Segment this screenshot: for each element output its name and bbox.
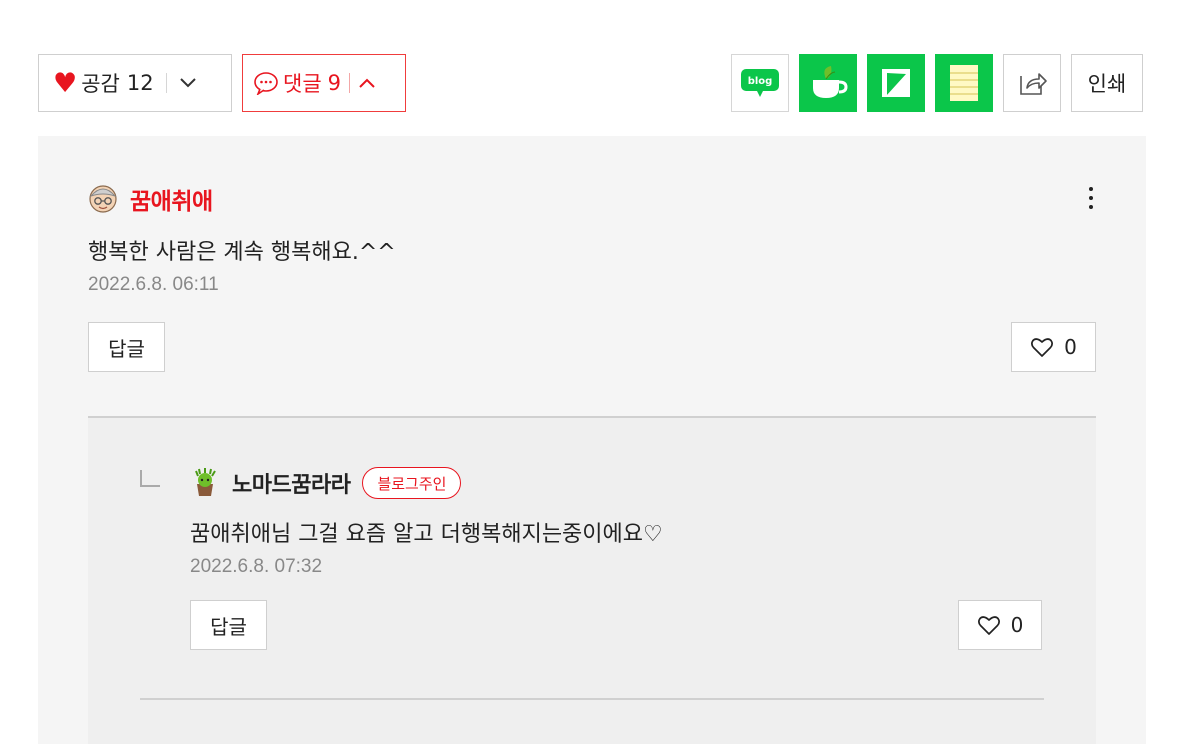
cafe-icon xyxy=(813,66,848,98)
comments-toggle-button[interactable]: 댓글 9 xyxy=(242,54,406,112)
heart-outline-icon xyxy=(1031,338,1054,357)
reply-author-row: 노마드꿈라라 블로그주인 xyxy=(190,467,1042,499)
comment-date: 2022.6.8. 06:11 xyxy=(88,274,219,295)
reply-actions: 답글 0 xyxy=(190,600,1042,650)
share-icon xyxy=(1020,73,1047,95)
reply-section: 노마드꿈라라 블로그주인 꿈애취애님 그걸 요즘 알고 더행복해지는중이에요♡ … xyxy=(88,418,1096,744)
comment-author-name[interactable]: 꿈애취애 xyxy=(130,182,213,216)
reply-like-button[interactable]: 0 xyxy=(958,600,1042,650)
chevron-up-icon[interactable] xyxy=(358,77,376,89)
reply-indicator-icon xyxy=(140,470,160,487)
comments-section: 꿈애취애 행복한 사람은 계속 행복해요.^^ 2022.6.8. 06:11 … xyxy=(38,136,1146,744)
heart-outline-icon xyxy=(977,616,1000,635)
comments-label: 댓글 xyxy=(283,72,322,96)
share-keep-button[interactable] xyxy=(867,54,925,112)
reply-button[interactable]: 답글 xyxy=(88,322,165,372)
comment-bubble-icon xyxy=(253,71,279,95)
reply-button[interactable]: 답글 xyxy=(190,600,267,650)
more-options-icon[interactable] xyxy=(1086,184,1096,212)
comment-actions: 답글 0 xyxy=(88,322,1096,372)
memo-icon xyxy=(950,65,978,101)
blog-icon: blog xyxy=(741,69,779,97)
reply-author-name[interactable]: 노마드꿈라라 xyxy=(232,467,351,499)
share-blog-button[interactable]: blog xyxy=(731,54,789,112)
separator xyxy=(165,73,167,93)
avatar xyxy=(195,468,216,496)
svg-text:blog: blog xyxy=(748,76,773,87)
reaction-toolbar: ♥ 공감 12 댓글 9 xyxy=(38,54,406,112)
reply-like-count: 0 xyxy=(1010,613,1024,637)
share-cafe-button[interactable] xyxy=(799,54,857,112)
like-count: 12 xyxy=(126,71,154,95)
share-toolbar: blog 인쇄 xyxy=(731,54,1143,112)
share-memo-button[interactable] xyxy=(935,54,993,112)
comment-item: 꿈애취애 행복한 사람은 계속 행복해요.^^ 2022.6.8. 06:11 … xyxy=(88,184,1096,372)
blog-owner-badge: 블로그주인 xyxy=(362,467,462,499)
like-button[interactable]: ♥ 공감 12 xyxy=(38,54,232,112)
comment-author-row: 꿈애취애 xyxy=(88,182,1096,216)
print-button[interactable]: 인쇄 xyxy=(1071,54,1143,112)
comment-like-count: 0 xyxy=(1064,335,1077,359)
avatar xyxy=(89,185,117,213)
chevron-down-icon[interactable] xyxy=(179,77,197,89)
reply-item: 노마드꿈라라 블로그주인 꿈애취애님 그걸 요즘 알고 더행복해지는중이에요♡ … xyxy=(190,467,1042,650)
comment-text: 행복한 사람은 계속 행복해요.^^ xyxy=(88,240,396,265)
like-label: 공감 xyxy=(81,72,120,96)
heart-icon: ♥ xyxy=(53,67,78,99)
share-button[interactable] xyxy=(1003,54,1061,112)
keep-icon xyxy=(882,69,910,97)
comments-count: 9 xyxy=(327,71,342,95)
reply-text: 꿈애취애님 그걸 요즘 알고 더행복해지는중이에요♡ xyxy=(190,522,663,547)
separator xyxy=(349,73,351,93)
comment-like-button[interactable]: 0 xyxy=(1011,322,1096,372)
reply-date: 2022.6.8. 07:32 xyxy=(190,556,323,577)
reply-divider xyxy=(140,698,1044,700)
